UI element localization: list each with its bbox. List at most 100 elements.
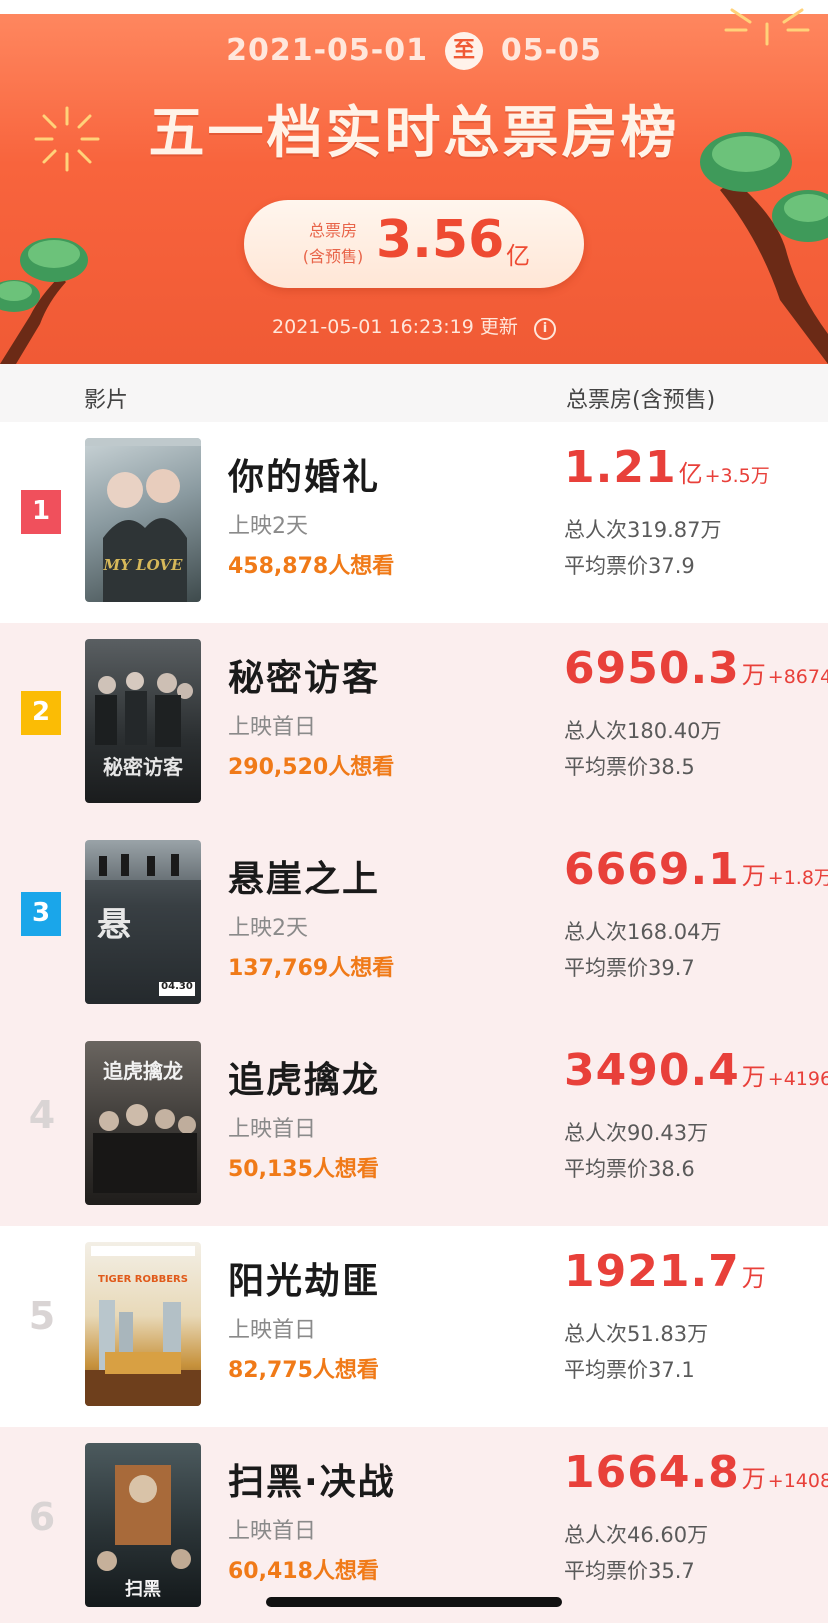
info-icon[interactable]: i: [533, 318, 556, 340]
date-range: 2021-05-01 至 05-05: [0, 32, 828, 70]
attendance: 总人次90.43万: [564, 1121, 709, 1145]
rank-badge-1: 1: [21, 490, 61, 534]
want-count: 458,878人想看: [228, 554, 395, 579]
release-status: 上映首日: [228, 715, 317, 740]
want-count: 82,775人想看: [228, 1358, 379, 1383]
poster-text: MY LOVE: [103, 556, 183, 574]
home-indicator[interactable]: [266, 1597, 562, 1607]
want-count: 137,769人想看: [228, 956, 395, 981]
total-value: 3.56: [376, 210, 505, 270]
movie-poster[interactable]: 扫黑: [85, 1443, 201, 1607]
movie-poster[interactable]: MY LOVE: [85, 438, 201, 602]
poster-art: 悬: [85, 854, 201, 1004]
box-office-delta: +1.8万: [767, 867, 828, 889]
attendance: 总人次180.40万: [564, 719, 722, 743]
box-office-delta: +1408: [767, 1470, 828, 1492]
date-start: 2021-05-01: [226, 33, 429, 68]
movie-poster[interactable]: 秘密访客: [85, 639, 201, 803]
box-office: 6950.3万 +8674: [564, 643, 828, 694]
box-office-value: 3490.4: [564, 1045, 740, 1096]
box-office-unit: 万: [741, 1465, 766, 1493]
release-status: 上映2天: [228, 916, 308, 941]
column-box-office: 总票房(含预售): [566, 388, 716, 413]
box-office: 1664.8万 +1408: [564, 1447, 828, 1498]
box-office-unit: 万: [741, 661, 766, 689]
poster-text: 秘密访客: [103, 755, 183, 779]
poster-text: 追虎擒龙: [103, 1059, 183, 1083]
want-count: 290,520人想看: [228, 755, 395, 780]
movie-title[interactable]: 扫黑·决战: [228, 1453, 396, 1505]
box-office-value: 1664.8: [564, 1447, 740, 1498]
attendance: 总人次319.87万: [564, 518, 722, 542]
release-status: 上映首日: [228, 1318, 317, 1343]
rank-badge-3: 3: [21, 892, 61, 936]
rank-number: 5: [28, 1294, 56, 1338]
box-office: 1.21亿 +3.5万: [564, 442, 770, 493]
date-end: 05-05: [500, 33, 602, 68]
poster-text: 04.30: [161, 981, 193, 992]
svg-text:悬: 悬: [97, 905, 131, 945]
rank-number: 6: [28, 1495, 56, 1539]
box-office-delta: +4196: [767, 1068, 828, 1090]
movie-title[interactable]: 阳光劫匪: [228, 1252, 380, 1304]
movie-title[interactable]: 你的婚礼: [228, 448, 380, 500]
movie-title[interactable]: 悬崖之上: [228, 850, 380, 902]
movie-row[interactable]: 4 追虎擒龙 追虎擒龙 上映首日 50,135人想看 3490.4万 +4196 …: [0, 1025, 828, 1226]
movie-poster[interactable]: 悬 04.30: [85, 840, 201, 1004]
pine-tree-left-icon: [0, 238, 88, 364]
total-label: 总票房 (含预售): [298, 218, 368, 270]
movie-row[interactable]: 5 TIGER ROBBERS 阳光劫匪 上映首日 82,775人想看 1921…: [0, 1226, 828, 1427]
box-office: 1921.7万: [564, 1246, 768, 1297]
box-office-value: 1921.7: [564, 1246, 740, 1297]
movie-title[interactable]: 追虎擒龙: [228, 1051, 380, 1103]
column-header: 影片 总票房(含预售): [0, 364, 828, 422]
box-office: 3490.4万 +4196: [564, 1045, 828, 1096]
movie-row[interactable]: 1 MY LOVE 你的婚礼 上映2天 458,878人想看 1.21亿 +3.5…: [0, 422, 828, 623]
status-strip: [0, 0, 828, 14]
total-box-office-pill: 总票房 (含预售) 3.56 亿: [244, 200, 584, 288]
movie-row[interactable]: 3 悬 04.30 悬崖之上 上映2天 137,769人想看 6669.1万 +1…: [0, 824, 828, 1025]
date-connector: 至: [445, 32, 484, 70]
box-office-unit: 万: [741, 1063, 766, 1091]
average-price: 平均票价38.5: [564, 755, 695, 779]
box-office-value: 6950.3: [564, 643, 740, 694]
rank-number: 4: [28, 1093, 56, 1137]
poster-art: [85, 438, 201, 602]
total-unit: 亿: [506, 242, 530, 270]
column-film: 影片: [84, 388, 129, 413]
box-office-unit: 万: [741, 1264, 766, 1292]
movie-title[interactable]: 秘密访客: [228, 649, 380, 701]
want-count: 60,418人想看: [228, 1559, 379, 1584]
page-title: 五一档实时总票房榜: [148, 101, 680, 166]
movie-row[interactable]: 6 扫黑 扫黑·决战 上映首日 60,418人想看 1664.8万 +1408 总…: [0, 1427, 828, 1623]
movie-row[interactable]: 2 秘密访客 秘密访客 上映首日 290,520人想看 6950.3万 +8674…: [0, 623, 828, 824]
total-label-line1: 总票房: [308, 221, 357, 240]
box-office-delta: +8674: [767, 666, 828, 688]
attendance: 总人次168.04万: [564, 920, 722, 944]
poster-art: [85, 1246, 201, 1406]
update-time-text: 2021-05-01 16:23:19 更新: [272, 316, 518, 338]
poster-text: 扫黑: [125, 1579, 161, 1600]
box-office-value: 6669.1: [564, 844, 740, 895]
update-time: 2021-05-01 16:23:19 更新 i: [0, 312, 828, 340]
release-status: 上映2天: [228, 514, 308, 539]
average-price: 平均票价37.1: [564, 1358, 695, 1382]
box-office-unit: 亿: [678, 460, 703, 488]
average-price: 平均票价38.6: [564, 1157, 695, 1181]
attendance: 总人次51.83万: [564, 1322, 709, 1346]
attendance: 总人次46.60万: [564, 1523, 709, 1547]
want-count: 50,135人想看: [228, 1157, 379, 1182]
average-price: 平均票价37.9: [564, 554, 695, 578]
header-banner: 2021-05-01 至 05-05 五一档实时总票房榜 总票房 (含预售) 3…: [0, 0, 828, 364]
average-price: 平均票价39.7: [564, 956, 695, 980]
box-office-unit: 万: [741, 862, 766, 890]
total-label-line2: (含预售): [302, 247, 364, 266]
average-price: 平均票价35.7: [564, 1559, 695, 1583]
movie-poster[interactable]: 追虎擒龙: [85, 1041, 201, 1205]
box-office-value: 1.21: [564, 442, 677, 493]
release-status: 上映首日: [228, 1519, 317, 1544]
rank-badge-2: 2: [21, 691, 61, 735]
box-office: 6669.1万 +1.8万: [564, 844, 828, 895]
poster-text: TIGER ROBBERS: [98, 1274, 188, 1285]
movie-poster[interactable]: TIGER ROBBERS: [85, 1242, 201, 1406]
